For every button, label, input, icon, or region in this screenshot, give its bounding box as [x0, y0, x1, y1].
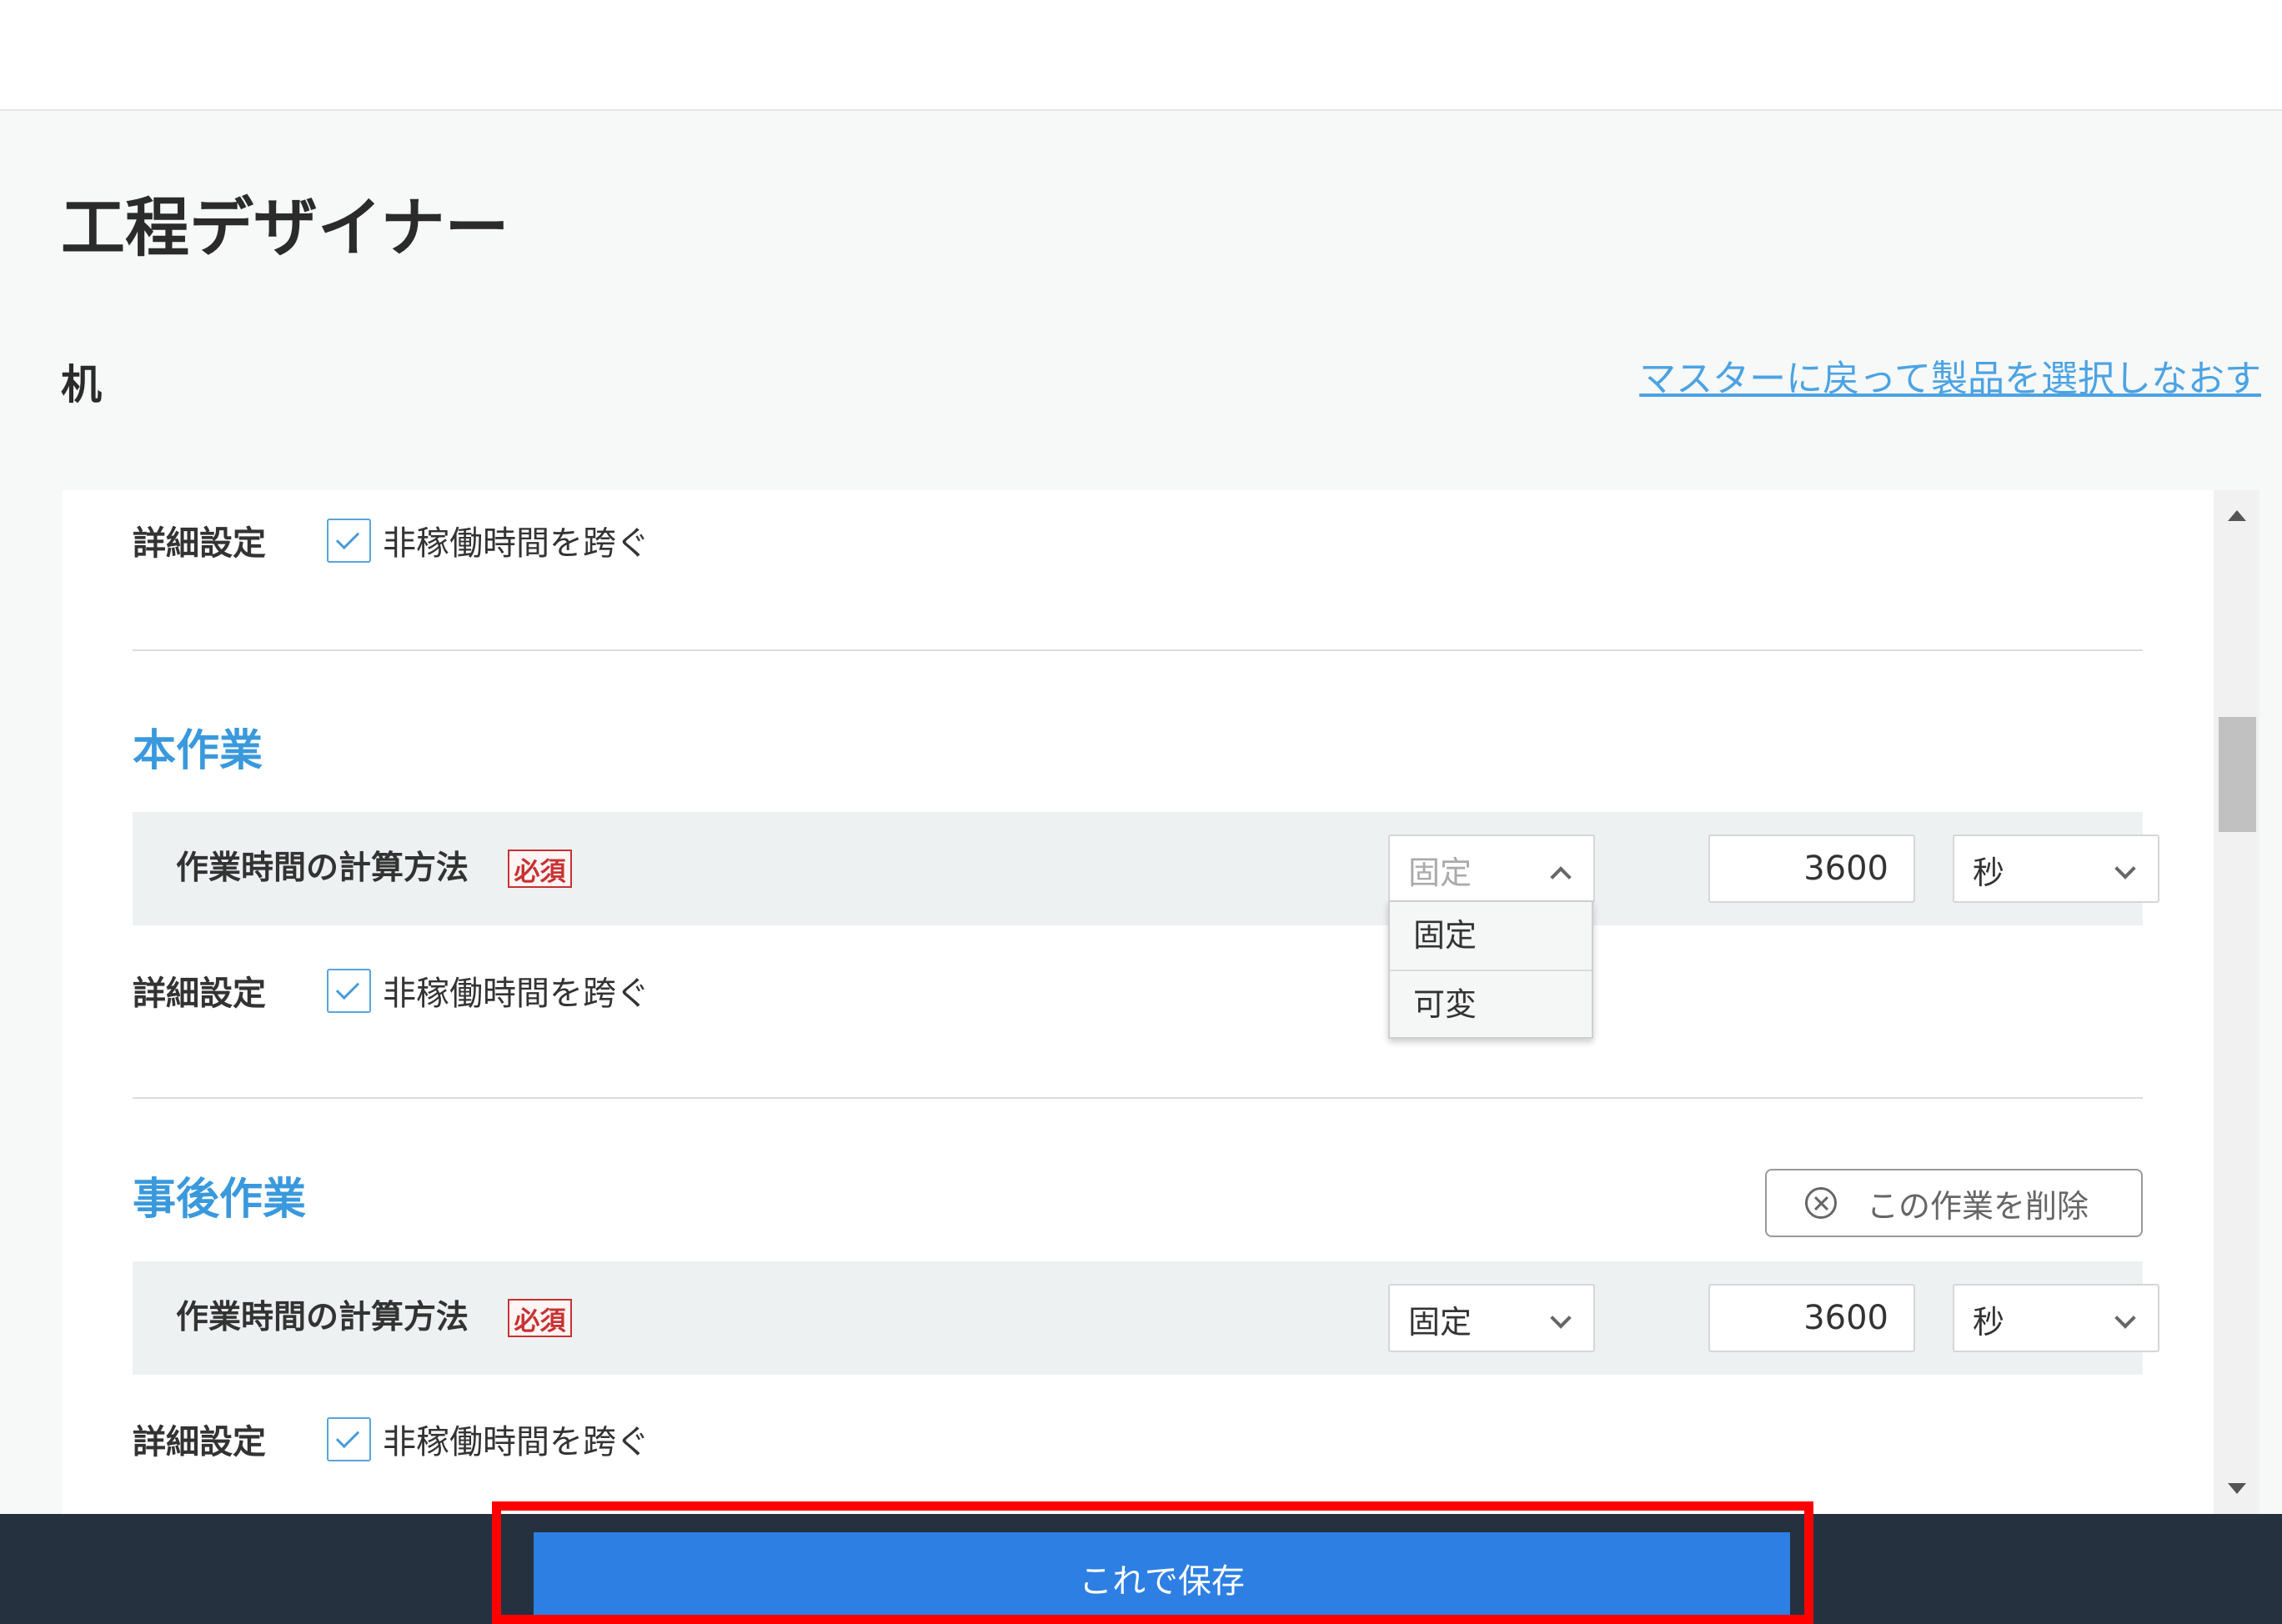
check-icon — [335, 1424, 360, 1448]
check-icon — [335, 525, 360, 549]
time-unit-select[interactable]: 秒 — [1953, 835, 2159, 903]
dropdown-option-variable[interactable]: 可変 — [1390, 970, 1592, 1037]
time-value-input[interactable]: 3600 — [1708, 1284, 1915, 1352]
process-panel: 詳細設定 非稼働時間を跨ぐ 本作業 作業時間の計算方法 必須 固定 3600 秒… — [63, 490, 2214, 1514]
panel-scrollbar[interactable] — [2214, 490, 2259, 1514]
time-unit-select[interactable]: 秒 — [1953, 1284, 2159, 1352]
section-title-post-work: 事後作業 — [133, 1175, 307, 1225]
page-title: 工程デザイナー — [61, 192, 509, 266]
scroll-down-icon[interactable] — [2228, 1483, 2246, 1494]
required-badge: 必須 — [508, 1299, 572, 1337]
time-unit-value: 秒 — [1973, 1304, 2005, 1341]
section-title-main-work: 本作業 — [133, 726, 263, 776]
detail-setting-row: 詳細設定 非稼働時間を跨ぐ — [133, 1414, 649, 1464]
calc-method-row-post: 作業時間の計算方法 必須 固定 3600 秒 — [133, 1261, 2159, 1375]
chevron-down-icon — [2114, 858, 2136, 880]
scroll-up-icon[interactable] — [2228, 510, 2246, 521]
back-to-master-link[interactable]: マスターに戻って製品を選択しなおす — [1639, 350, 2261, 409]
check-icon — [335, 975, 360, 1000]
chevron-up-icon — [1550, 866, 1572, 888]
non-working-hours-checkbox[interactable] — [327, 518, 371, 563]
detail-setting-label: 詳細設定 — [133, 1423, 266, 1461]
delete-work-label: この作業を削除 — [1867, 1187, 2089, 1225]
detail-setting-row: 詳細設定 非稼働時間を跨ぐ — [133, 965, 649, 1015]
dropdown-option-fixed[interactable]: 固定 — [1390, 902, 1592, 970]
divider — [133, 1097, 2143, 1099]
divider — [133, 649, 2143, 651]
chevron-down-icon — [1550, 1307, 1572, 1329]
top-bar — [0, 0, 2282, 111]
circle-x-icon — [1805, 1187, 1837, 1219]
time-unit-value: 秒 — [1973, 855, 2005, 891]
calc-method-dropdown: 固定 可変 — [1388, 900, 1593, 1039]
non-working-hours-label: 非稼働時間を跨ぐ — [383, 1423, 649, 1461]
non-working-hours-label: 非稼働時間を跨ぐ — [383, 975, 649, 1013]
calc-method-row-main: 作業時間の計算方法 必須 固定 3600 秒 — [133, 812, 2159, 925]
non-working-hours-label: 非稼働時間を跨ぐ — [383, 524, 649, 563]
time-value-input[interactable]: 3600 — [1708, 835, 1915, 903]
non-working-hours-checkbox[interactable] — [327, 968, 371, 1013]
detail-setting-label: 詳細設定 — [133, 524, 266, 563]
chevron-down-icon — [2114, 1307, 2136, 1329]
detail-setting-label: 詳細設定 — [133, 975, 266, 1013]
calc-method-select[interactable]: 固定 — [1388, 835, 1595, 903]
calc-method-value: 固定 — [1408, 855, 1472, 891]
save-button[interactable]: これで保存 — [534, 1532, 1790, 1624]
calc-method-label: 作業時間の計算方法 — [176, 850, 469, 887]
required-badge: 必須 — [508, 850, 572, 888]
calc-method-value: 固定 — [1408, 1304, 1472, 1341]
detail-setting-row: 詳細設定 非稼働時間を跨ぐ — [133, 515, 649, 565]
delete-work-button[interactable]: この作業を削除 — [1765, 1169, 2143, 1237]
calc-method-select[interactable]: 固定 — [1388, 1284, 1595, 1352]
product-name: 机 — [61, 361, 103, 409]
scroll-thumb[interactable] — [2219, 717, 2256, 832]
calc-method-label: 作業時間の計算方法 — [176, 1299, 469, 1336]
non-working-hours-checkbox[interactable] — [327, 1416, 371, 1461]
